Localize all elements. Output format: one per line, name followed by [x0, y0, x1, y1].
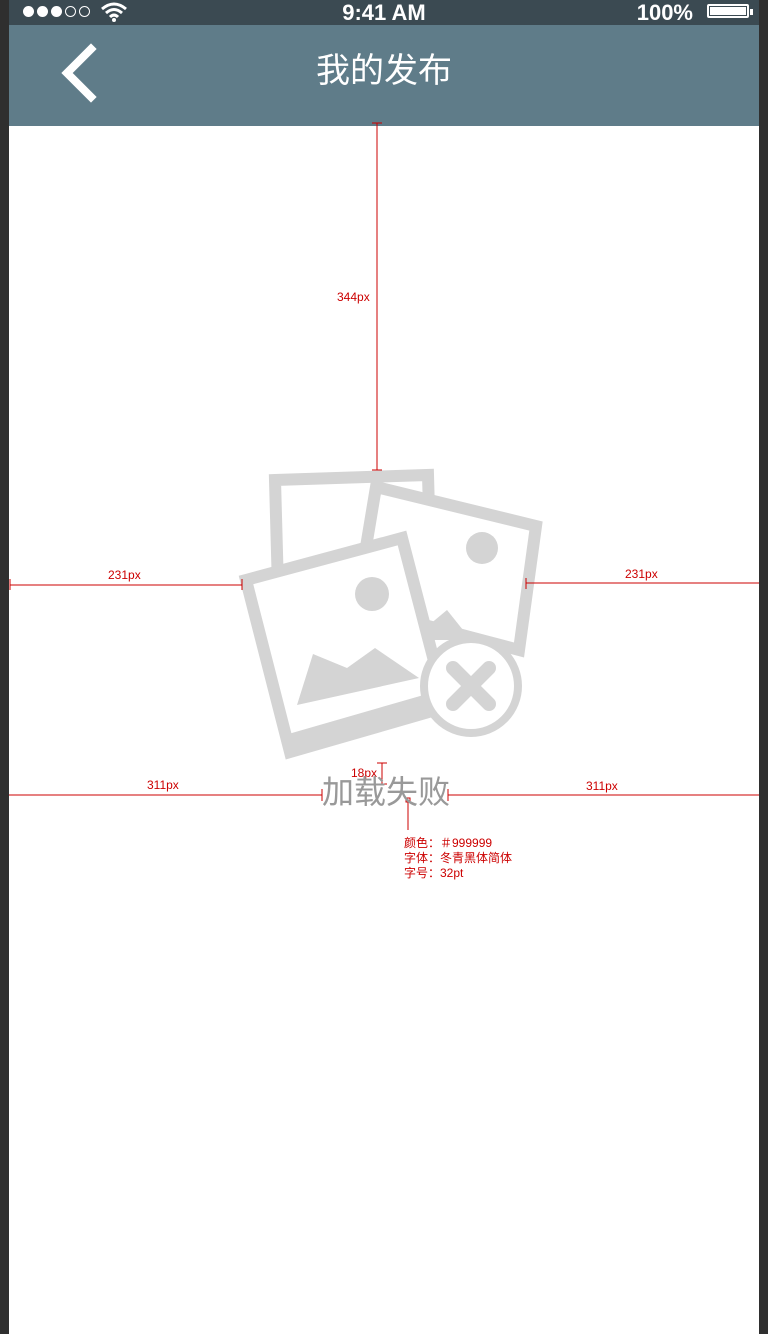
- measurement-lines: [9, 122, 759, 830]
- spec-color: 颜色：＃999999: [404, 836, 493, 850]
- spec-size: 字号：32pt: [404, 866, 464, 880]
- phone-screen: 9:41 AM 100% 我的发布 344px 231px 231px 18px…: [9, 0, 759, 1334]
- left-gap-annotation: 231px: [108, 568, 141, 582]
- text-left-annotation: 311px: [147, 778, 179, 792]
- text-right-annotation: 311px: [586, 779, 618, 793]
- right-gap-annotation: 231px: [625, 567, 658, 581]
- top-gap-annotation: 344px: [337, 290, 370, 304]
- spec-font: 字体：冬青黑体简体: [404, 851, 513, 865]
- load-failed-message: 加载失败: [321, 774, 450, 810]
- text-spec-annotation: 颜色：＃999999 字体：冬青黑体简体 字号：32pt: [404, 836, 512, 881]
